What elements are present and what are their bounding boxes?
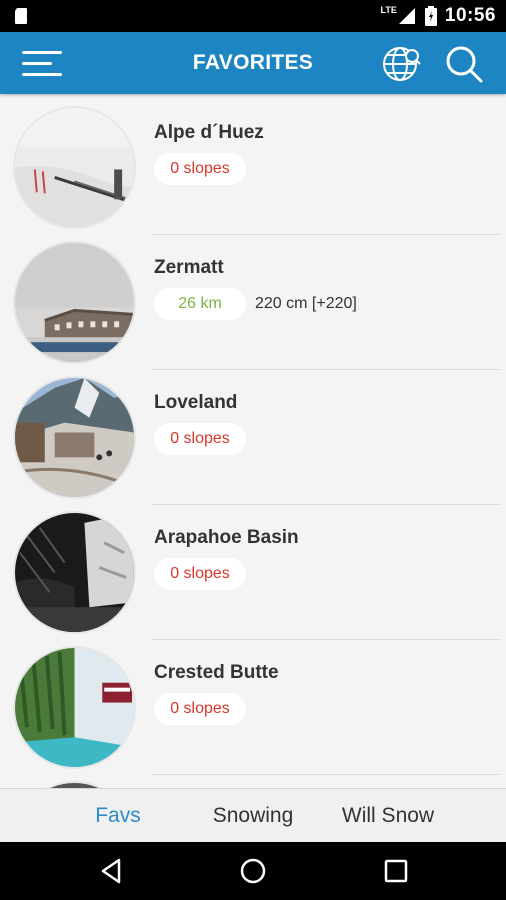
favorites-list[interactable]: Alpe d´Huez 0 slopes Zermatt 26 km 220 c… xyxy=(0,94,506,788)
resort-webcam-image xyxy=(13,511,136,634)
battery-icon xyxy=(424,6,437,26)
slopes-badge: 0 slopes xyxy=(154,423,246,455)
search-button[interactable] xyxy=(444,44,484,84)
page-title: FAVORITES xyxy=(192,51,314,74)
slopes-badge: 0 slopes xyxy=(154,693,246,725)
network-type-label: LTE xyxy=(380,5,397,15)
signal-icon xyxy=(398,8,415,24)
globe-search-icon xyxy=(383,47,421,81)
resort-webcam-image xyxy=(13,376,136,499)
slopes-badge: 26 km xyxy=(154,288,246,320)
globe-search-button[interactable] xyxy=(382,44,422,84)
system-nav-bar xyxy=(0,842,506,900)
clock: 10:56 xyxy=(444,5,496,26)
list-item-resort[interactable]: Arapahoe Basin 0 slopes xyxy=(0,499,506,634)
back-icon[interactable] xyxy=(97,856,127,886)
resort-name: Loveland xyxy=(154,392,238,413)
resort-name: Alpe d´Huez xyxy=(154,122,264,143)
sd-card-icon xyxy=(15,8,27,24)
resort-webcam-image xyxy=(13,646,136,769)
resort-webcam-image xyxy=(13,781,136,788)
resort-name: Crested Butte xyxy=(154,662,279,683)
resort-name: Zermatt xyxy=(154,257,224,278)
list-item-resort[interactable] xyxy=(0,769,506,788)
snow-depth: 220 cm [+220] xyxy=(255,295,357,312)
tab-favs[interactable]: Favs xyxy=(48,789,188,843)
resort-webcam-image xyxy=(13,106,136,229)
tab-will-snow[interactable]: Will Snow xyxy=(318,789,458,843)
status-bar: LTE 10:56 xyxy=(0,0,506,32)
list-item-resort[interactable]: Loveland 0 slopes xyxy=(0,364,506,499)
list-item-resort[interactable]: Alpe d´Huez 0 slopes xyxy=(0,94,506,229)
app-bar: FAVORITES xyxy=(0,32,506,94)
home-icon[interactable] xyxy=(238,856,268,886)
bottom-tab-bar: Favs Snowing Will Snow xyxy=(0,788,506,842)
resort-webcam-image xyxy=(13,241,136,364)
recents-icon[interactable] xyxy=(381,856,411,886)
resort-name: Arapahoe Basin xyxy=(154,527,299,548)
search-icon xyxy=(446,46,483,83)
slopes-badge: 0 slopes xyxy=(154,558,246,590)
tab-snowing[interactable]: Snowing xyxy=(183,789,323,843)
list-item-resort[interactable]: Zermatt 26 km 220 cm [+220] xyxy=(0,229,506,364)
slopes-badge: 0 slopes xyxy=(154,153,246,185)
list-item-resort[interactable]: Crested Butte 0 slopes xyxy=(0,634,506,769)
